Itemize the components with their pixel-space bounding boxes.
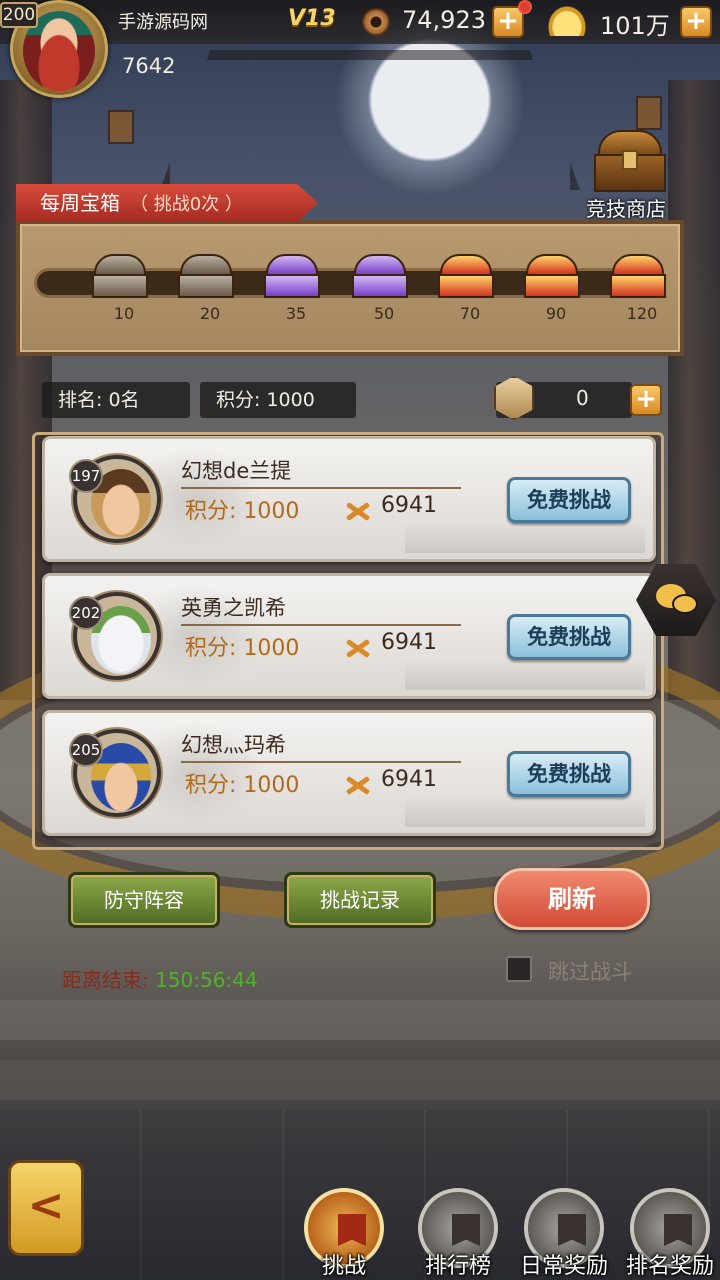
chest-threshold: 70 <box>459 304 481 323</box>
coin-amount: 74,923 <box>402 6 486 34</box>
opponent-score: 积分: 1000 <box>185 499 300 524</box>
player-name: 手游源码网 <box>118 12 208 33</box>
free-challenge-button[interactable]: 免费挑战 <box>507 477 631 523</box>
chest-threshold: 120 <box>626 304 658 323</box>
star-banner-icon <box>452 1214 480 1246</box>
treasure-chest-icon[interactable] <box>590 128 672 194</box>
nav-label: 挑战 <box>321 1254 366 1279</box>
opponent-power: 6941 <box>381 767 437 792</box>
gold-chest-icon[interactable] <box>524 254 580 298</box>
nav-label: 排名奖励 <box>625 1254 714 1279</box>
countdown-time: 150:56:44 <box>155 968 258 992</box>
add-ingots-button[interactable]: + <box>680 6 712 38</box>
crossed-swords-icon <box>343 771 371 799</box>
opponent-power: 6941 <box>381 630 437 655</box>
skip-battle-label[interactable]: 跳过战斗 <box>548 956 632 986</box>
nav-challenge[interactable]: 挑战 <box>300 1188 388 1280</box>
weekly-chest-tab: 每周宝箱 （ 挑战0次 ） <box>16 184 318 222</box>
weekly-chest-subtitle: （ 挑战0次 ） <box>130 194 243 215</box>
countdown-label: 距离结束: <box>62 968 156 992</box>
points-display: 积分: 1000 <box>200 382 356 418</box>
refresh-button[interactable]: 刷新 <box>494 868 650 930</box>
opponent-level: 197 <box>69 459 103 493</box>
star-banner-icon <box>338 1214 366 1246</box>
rank-display: 排名: 0名 <box>42 382 190 418</box>
opponent-card: 205 幻想灬玛希 积分: 1000 6941 免费挑战 <box>42 710 656 836</box>
stair <box>0 1060 720 1100</box>
challenge-records-button[interactable]: 挑战记录 <box>284 872 436 928</box>
nav-rank-rewards[interactable]: 排名奖励 <box>626 1188 714 1280</box>
stair <box>0 1000 720 1040</box>
purple-chest-icon[interactable] <box>264 254 320 298</box>
nav-label: 排行榜 <box>424 1254 491 1279</box>
opponent-name: 幻想de兰提 <box>181 459 292 483</box>
notification-dot <box>518 0 532 14</box>
opponent-level: 202 <box>69 596 103 630</box>
nav-label: 日常奖励 <box>519 1254 608 1279</box>
gold-ingot-icon <box>548 6 586 36</box>
crossed-swords-icon <box>343 497 371 525</box>
lantern <box>636 96 662 130</box>
opponent-score: 积分: 1000 <box>185 773 300 798</box>
weekly-chest-title: 每周宝箱 <box>40 191 120 215</box>
ingot-amount: 101万 <box>600 12 670 40</box>
free-challenge-button[interactable]: 免费挑战 <box>507 751 631 797</box>
divider <box>181 761 461 763</box>
opponent-card: 202 英勇之凯希 积分: 1000 6941 免费挑战 <box>42 573 656 699</box>
chest-threshold: 35 <box>285 304 307 323</box>
crossed-swords-icon <box>343 634 371 662</box>
opponent-level: 205 <box>69 733 103 767</box>
back-button[interactable]: < <box>8 1160 84 1256</box>
lantern <box>108 110 134 144</box>
arena-shop-label[interactable]: 竞技商店 <box>586 193 666 222</box>
chest-threshold: 50 <box>373 304 395 323</box>
opponent-name: 英勇之凯希 <box>181 596 286 620</box>
chest-threshold: 20 <box>199 304 221 323</box>
chest-threshold: 90 <box>545 304 567 323</box>
gold-chest-icon[interactable] <box>438 254 494 298</box>
moon-window <box>160 50 580 190</box>
star-banner-icon <box>558 1214 586 1246</box>
countdown: 距离结束: 150:56:44 <box>62 964 258 993</box>
player-power: 7642 <box>122 54 176 78</box>
divider <box>181 624 461 626</box>
opponent-power: 6941 <box>381 493 437 518</box>
player-level-badge: 200 <box>0 2 38 28</box>
opponent-name: 幻想灬玛希 <box>181 733 286 757</box>
chest-threshold: 10 <box>113 304 135 323</box>
iron-chest-icon[interactable] <box>178 254 234 298</box>
opponent-score: 积分: 1000 <box>185 636 300 661</box>
opponent-card: 197 幻想de兰提 积分: 1000 6941 免费挑战 <box>42 436 656 562</box>
free-challenge-button[interactable]: 免费挑战 <box>507 614 631 660</box>
defense-lineup-button[interactable]: 防守阵容 <box>68 872 220 928</box>
token-count: 0 <box>576 386 589 410</box>
vip-badge[interactable]: V13 <box>288 6 336 31</box>
nav-leaderboard[interactable]: 排行榜 <box>414 1188 502 1280</box>
divider <box>181 487 461 489</box>
star-banner-icon <box>664 1214 692 1246</box>
add-tokens-button[interactable]: + <box>630 384 662 416</box>
purple-chest-icon[interactable] <box>352 254 408 298</box>
iron-chest-icon[interactable] <box>92 254 148 298</box>
nav-daily-rewards[interactable]: 日常奖励 <box>520 1188 608 1280</box>
gold-chest-icon[interactable] <box>610 254 666 298</box>
skip-battle-checkbox[interactable] <box>506 956 532 982</box>
copper-coin-icon <box>362 8 390 36</box>
